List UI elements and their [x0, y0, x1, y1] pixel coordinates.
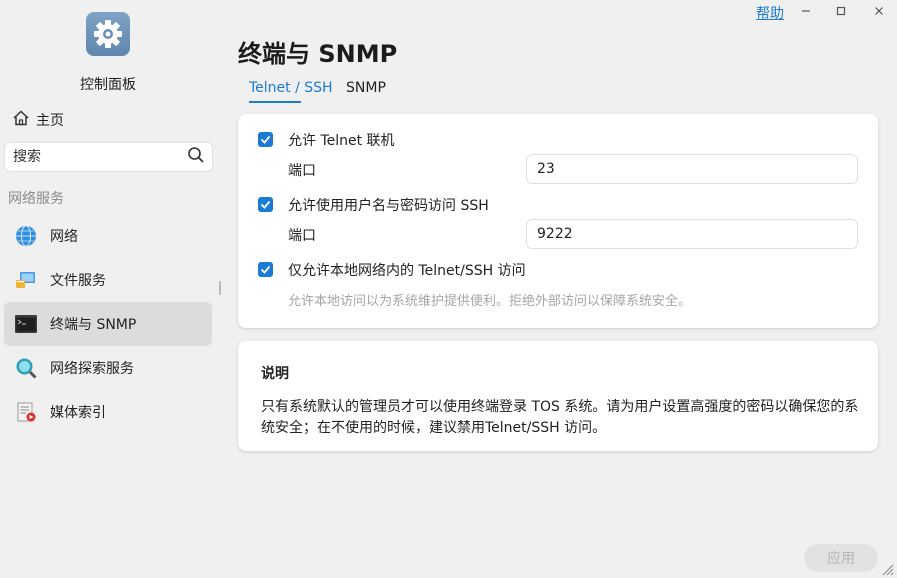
- info-text: 只有系统默认的管理员才可以使用终端登录 TOS 系统。请为用户设置高强度的密码以…: [261, 399, 859, 436]
- search-box: [4, 142, 213, 172]
- help-link[interactable]: 帮助: [756, 3, 784, 23]
- info-title: 说明: [261, 366, 289, 382]
- search-icon[interactable]: [187, 146, 205, 168]
- local-only-label: 仅允许本地网络内的 Telnet/SSH 访问: [288, 263, 526, 279]
- terminal-icon: [14, 312, 38, 336]
- sidebar-item-label: 媒体索引: [50, 405, 106, 421]
- sidebar-resize-handle[interactable]: [219, 281, 221, 295]
- section-label-network-services: 网络服务: [8, 191, 64, 207]
- media-index-icon: [14, 400, 38, 424]
- control-panel-gear-icon: [86, 12, 130, 56]
- sidebar: 控制面板 主页 网络服务: [0, 0, 222, 578]
- ssh-checkbox[interactable]: [258, 197, 273, 212]
- resize-grip-icon[interactable]: [880, 562, 894, 576]
- magnifier-icon: [14, 356, 38, 380]
- search-input[interactable]: [13, 149, 187, 165]
- sidebar-item-terminal-snmp[interactable]: 终端与 SNMP: [4, 302, 212, 346]
- local-only-checkbox[interactable]: [258, 262, 273, 277]
- tab-snmp[interactable]: SNMP: [346, 80, 386, 104]
- sidebar-item-home[interactable]: 主页: [12, 110, 64, 130]
- ssh-port-label: 端口: [288, 228, 316, 244]
- local-only-hint: 允许本地访问以为系统维护提供便利。拒绝外部访问以保障系统安全。: [288, 294, 692, 309]
- telnet-checkbox[interactable]: [258, 132, 273, 147]
- sidebar-item-label: 文件服务: [50, 273, 106, 289]
- sidebar-item-label: 主页: [36, 113, 64, 129]
- minimize-icon[interactable]: [796, 2, 816, 20]
- telnet-port-label: 端口: [288, 163, 316, 179]
- sidebar-item-label: 网络探索服务: [50, 361, 134, 377]
- active-tab-indicator: [249, 101, 301, 103]
- telnet-port-input[interactable]: [526, 154, 858, 184]
- telnet-label: 允许 Telnet 联机: [288, 133, 395, 149]
- sidebar-item-label: 网络: [50, 229, 78, 245]
- maximize-icon[interactable]: [831, 2, 851, 20]
- close-icon[interactable]: [869, 2, 889, 20]
- apply-button[interactable]: 应用: [804, 544, 878, 572]
- ssh-label: 允许使用用户名与密码访问 SSH: [288, 198, 489, 214]
- sidebar-item-file-service[interactable]: 文件服务: [4, 258, 212, 302]
- sidebar-item-label: 终端与 SNMP: [50, 317, 137, 333]
- ssh-port-input[interactable]: [526, 219, 858, 249]
- globe-icon: [14, 224, 38, 248]
- sidebar-item-network[interactable]: 网络: [4, 214, 212, 258]
- sidebar-item-media-index[interactable]: 媒体索引: [4, 390, 212, 434]
- app-title: 控制面板: [80, 77, 136, 93]
- file-service-icon: [14, 268, 38, 292]
- sidebar-item-network-discovery[interactable]: 网络探索服务: [4, 346, 212, 390]
- home-icon: [12, 109, 30, 131]
- page-title: 终端与 SNMP: [238, 40, 398, 68]
